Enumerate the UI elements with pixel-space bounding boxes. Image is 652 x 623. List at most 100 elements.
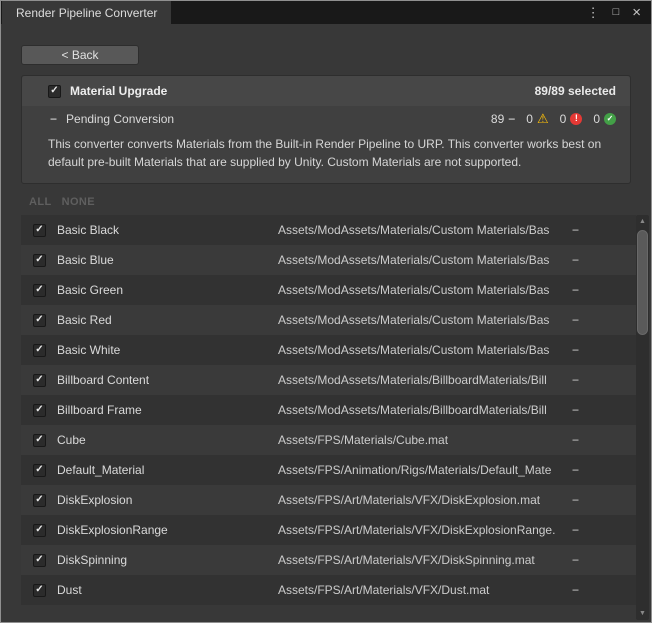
item-status-minus-icon: − [572, 253, 636, 267]
success-count-group: 0 ✓ [593, 112, 616, 126]
warning-count-group: 0 ⚠ [526, 112, 548, 126]
item-status-minus-icon: − [572, 493, 636, 507]
materials-list: ✓ Basic Black Assets/ModAssets/Materials… [21, 215, 636, 605]
window-title: Render Pipeline Converter [16, 6, 157, 20]
render-pipeline-converter-window: Render Pipeline Converter ⋮ □ × < Back ✓… [0, 0, 652, 623]
material-row[interactable]: ✓ Dust Assets/FPS/Art/Materials/VFX/Dust… [21, 575, 636, 605]
material-row[interactable]: ✓ DiskSpinning Assets/FPS/Art/Materials/… [21, 545, 636, 575]
item-path: Assets/FPS/Art/Materials/VFX/DiskExplosi… [278, 523, 572, 537]
item-name: DiskSpinning [57, 553, 278, 567]
material-row[interactable]: ✓ Basic Green Assets/ModAssets/Materials… [21, 275, 636, 305]
select-none-button[interactable]: NONE [62, 196, 95, 208]
material-checkbox[interactable]: ✓ [33, 524, 46, 537]
item-status-minus-icon: − [572, 553, 636, 567]
item-status-minus-icon: − [572, 313, 636, 327]
error-icon: ! [570, 113, 582, 125]
converter-panel: ✓ Material Upgrade 89/89 selected − Pend… [21, 75, 631, 184]
pending-conversion-row[interactable]: − Pending Conversion 89 − 0 ⚠ 0 ! [22, 106, 630, 131]
check-icon: ✓ [35, 255, 43, 265]
item-path: Assets/FPS/Art/Materials/VFX/Dust.mat [278, 583, 572, 597]
item-path: Assets/ModAssets/Materials/BillboardMate… [278, 403, 572, 417]
material-row[interactable]: ✓ Basic Blue Assets/ModAssets/Materials/… [21, 245, 636, 275]
check-icon: ✓ [35, 405, 43, 415]
check-icon: ✓ [35, 555, 43, 565]
item-name: DiskExplosionRange [57, 523, 278, 537]
item-path: Assets/ModAssets/Materials/Custom Materi… [278, 343, 572, 357]
scroll-up-arrow-icon[interactable]: ▲ [636, 215, 649, 228]
scrollbar-thumb[interactable] [637, 230, 648, 335]
material-checkbox[interactable]: ✓ [33, 344, 46, 357]
converter-title: Material Upgrade [70, 84, 167, 98]
material-checkbox[interactable]: ✓ [33, 224, 46, 237]
back-button[interactable]: < Back [21, 45, 139, 65]
item-status-minus-icon: − [572, 373, 636, 387]
error-count-group: 0 ! [560, 112, 583, 126]
item-status-minus-icon: − [572, 283, 636, 297]
check-icon: ✓ [35, 225, 43, 235]
material-checkbox[interactable]: ✓ [33, 554, 46, 567]
close-icon[interactable]: × [632, 5, 641, 20]
material-checkbox[interactable]: ✓ [33, 434, 46, 447]
check-icon: ✓ [35, 465, 43, 475]
scrollbar[interactable]: ▲ ▼ [636, 215, 649, 620]
check-icon: ✓ [35, 315, 43, 325]
warning-icon: ⚠ [537, 112, 549, 125]
material-checkbox[interactable]: ✓ [33, 314, 46, 327]
selection-controls: ALL NONE [29, 196, 651, 208]
material-checkbox[interactable]: ✓ [33, 404, 46, 417]
item-path: Assets/ModAssets/Materials/Custom Materi… [278, 223, 572, 237]
material-row[interactable]: ✓ Billboard Frame Assets/ModAssets/Mater… [21, 395, 636, 425]
item-name: Dust [57, 583, 278, 597]
check-icon: ✓ [35, 585, 43, 595]
material-row[interactable]: ✓ Cube Assets/FPS/Materials/Cube.mat − [21, 425, 636, 455]
material-row[interactable]: ✓ Basic Red Assets/ModAssets/Materials/C… [21, 305, 636, 335]
item-path: Assets/FPS/Animation/Rigs/Materials/Defa… [278, 463, 572, 477]
material-row[interactable]: ✓ Billboard Content Assets/ModAssets/Mat… [21, 365, 636, 395]
window-tab[interactable]: Render Pipeline Converter [2, 1, 171, 24]
error-count: 0 [560, 112, 567, 126]
item-name: Basic Black [57, 223, 278, 237]
warning-count: 0 [526, 112, 533, 126]
check-icon: ✓ [35, 525, 43, 535]
maximize-icon[interactable]: □ [613, 7, 620, 18]
material-checkbox[interactable]: ✓ [33, 374, 46, 387]
material-row[interactable]: ✓ Default_Material Assets/FPS/Animation/… [21, 455, 636, 485]
check-icon: ✓ [35, 435, 43, 445]
material-row[interactable]: ✓ Basic White Assets/ModAssets/Materials… [21, 335, 636, 365]
material-row[interactable]: ✓ Basic Black Assets/ModAssets/Materials… [21, 215, 636, 245]
check-icon: ✓ [35, 375, 43, 385]
material-checkbox[interactable]: ✓ [33, 584, 46, 597]
material-row[interactable]: ✓ DiskExplosion Assets/FPS/Art/Materials… [21, 485, 636, 515]
mixed-state-minus-icon: − [50, 112, 57, 126]
item-name: Basic Green [57, 283, 278, 297]
item-status-minus-icon: − [572, 463, 636, 477]
item-path: Assets/FPS/Art/Materials/VFX/DiskExplosi… [278, 493, 572, 507]
item-path: Assets/ModAssets/Materials/Custom Materi… [278, 283, 572, 297]
select-all-button[interactable]: ALL [29, 196, 52, 208]
item-status-minus-icon: − [572, 403, 636, 417]
pending-count: 89 [491, 112, 504, 126]
item-status-minus-icon: − [572, 523, 636, 537]
item-name: Basic White [57, 343, 278, 357]
pending-label: Pending Conversion [66, 112, 174, 126]
item-name: Cube [57, 433, 278, 447]
material-checkbox[interactable]: ✓ [33, 284, 46, 297]
item-name: Basic Red [57, 313, 278, 327]
material-checkbox[interactable]: ✓ [33, 494, 46, 507]
kebab-menu-icon[interactable]: ⋮ [587, 6, 600, 19]
item-status-minus-icon: − [572, 583, 636, 597]
material-checkbox[interactable]: ✓ [33, 254, 46, 267]
converter-header: ✓ Material Upgrade 89/89 selected [22, 76, 630, 106]
material-checkbox[interactable]: ✓ [33, 464, 46, 477]
check-icon: ✓ [35, 285, 43, 295]
item-path: Assets/FPS/Materials/Cube.mat [278, 433, 572, 447]
titlebar-controls: ⋮ □ × [587, 1, 651, 24]
pending-status-minus-icon: − [508, 112, 515, 126]
material-upgrade-checkbox[interactable]: ✓ [48, 85, 61, 98]
check-icon: ✓ [50, 86, 58, 96]
scroll-down-arrow-icon[interactable]: ▼ [636, 607, 649, 620]
item-name: Billboard Frame [57, 403, 278, 417]
item-name: Billboard Content [57, 373, 278, 387]
item-path: Assets/ModAssets/Materials/Custom Materi… [278, 253, 572, 267]
material-row[interactable]: ✓ DiskExplosionRange Assets/FPS/Art/Mate… [21, 515, 636, 545]
